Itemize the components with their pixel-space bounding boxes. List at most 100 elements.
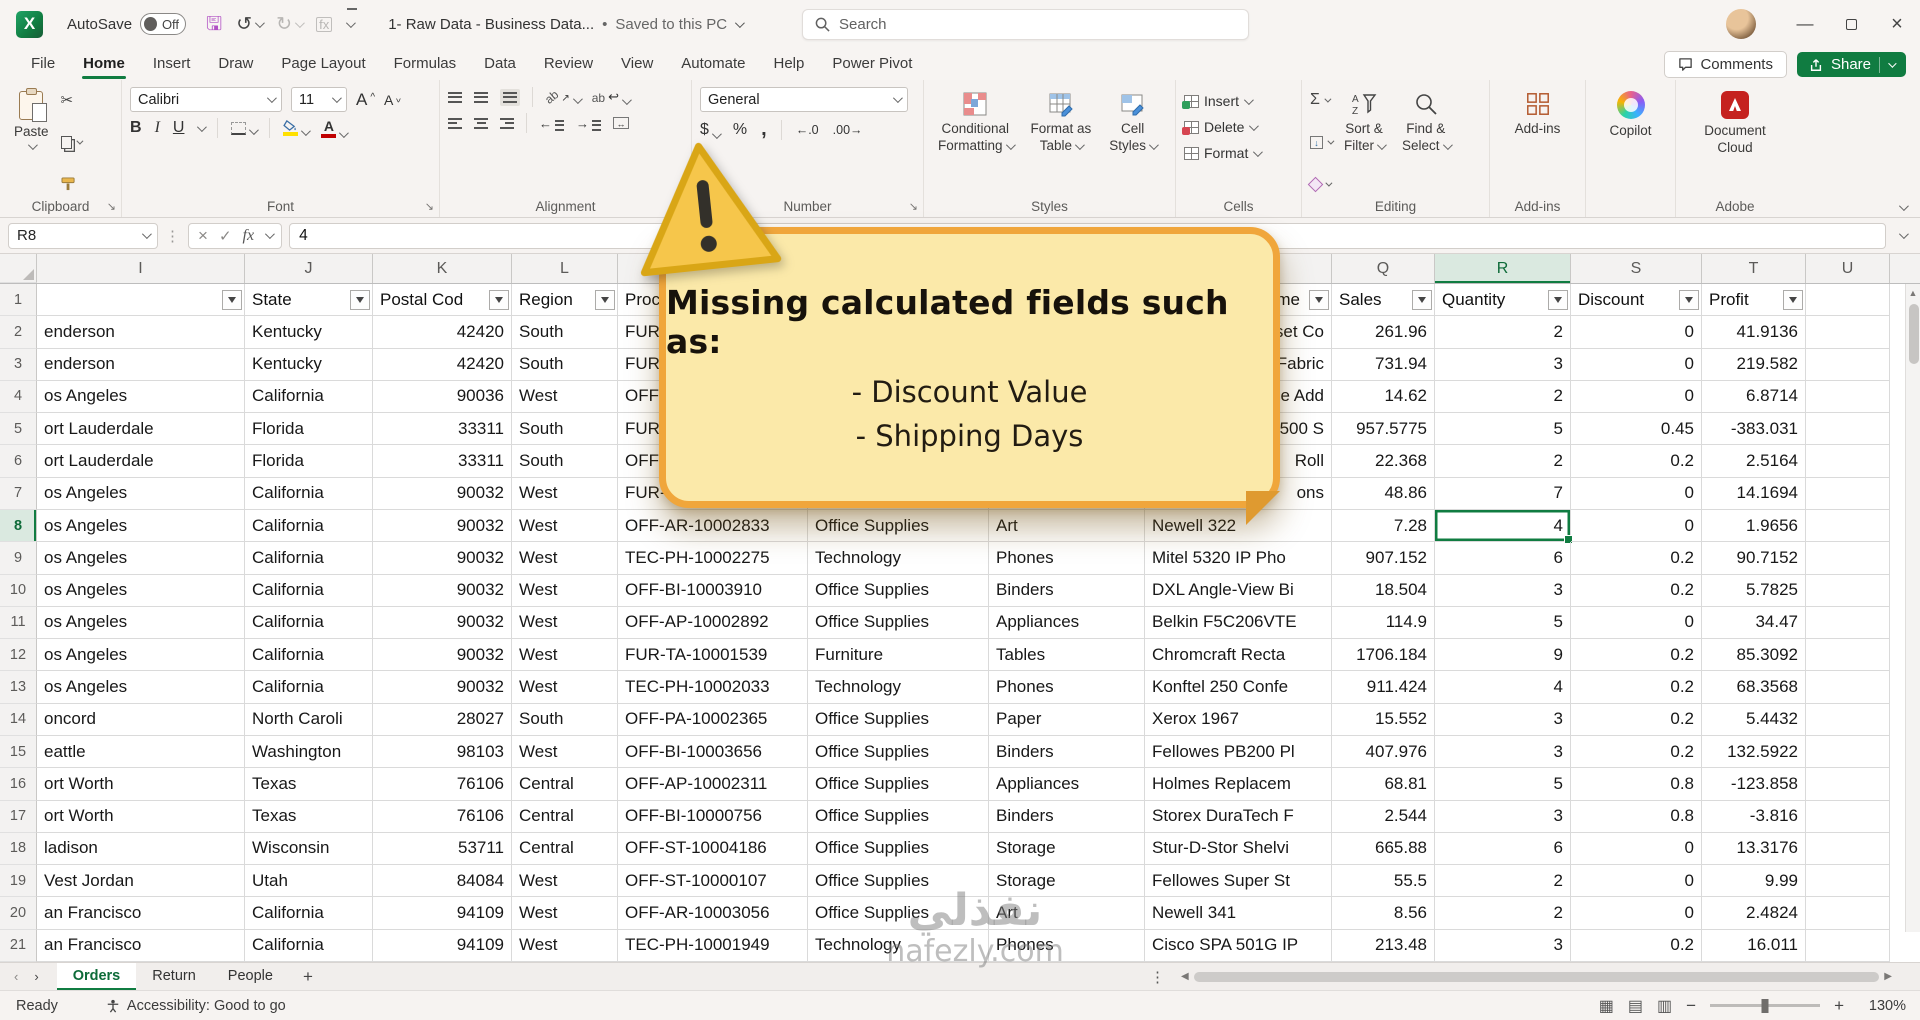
cell-S7[interactable]: 0 bbox=[1571, 477, 1702, 510]
cell-S18[interactable]: 0 bbox=[1571, 832, 1702, 866]
cell-T3[interactable]: 219.582 bbox=[1702, 348, 1806, 381]
borders-button[interactable] bbox=[231, 121, 260, 135]
cell-O13[interactable]: Phones bbox=[989, 671, 1145, 704]
cell-L7[interactable]: West bbox=[512, 477, 618, 510]
cell-L2[interactable]: South bbox=[512, 316, 618, 349]
cell-Q12[interactable]: 1706.184 bbox=[1332, 639, 1435, 672]
cell-Q6[interactable]: 22.368 bbox=[1332, 445, 1435, 478]
cell-T16[interactable]: -123.858 bbox=[1702, 768, 1806, 801]
clipboard-dialog-launcher-icon[interactable]: ↘ bbox=[107, 200, 116, 213]
cell-J16[interactable]: Texas bbox=[245, 768, 373, 801]
cell-I21[interactable]: an Francisco bbox=[37, 929, 245, 962]
cell-L21[interactable]: West bbox=[512, 929, 618, 962]
cell-P15[interactable]: Fellowes PB200 Pl bbox=[1145, 735, 1332, 769]
cell-L16[interactable]: Central bbox=[512, 768, 618, 801]
cell-T15[interactable]: 132.5922 bbox=[1702, 735, 1806, 769]
sheet-tab-return[interactable]: Return bbox=[136, 963, 212, 990]
cut-button[interactable]: ✂ bbox=[61, 89, 81, 111]
cell-O17[interactable]: Binders bbox=[989, 800, 1145, 833]
cell-P19[interactable]: Fellowes Super St bbox=[1145, 865, 1332, 898]
cell-S19[interactable]: 0 bbox=[1571, 865, 1702, 898]
align-bottom-button[interactable] bbox=[500, 88, 520, 106]
cell-S10[interactable]: 0.2 bbox=[1571, 574, 1702, 607]
sheet-nav-right-icon[interactable]: › bbox=[34, 969, 38, 984]
cell-N12[interactable]: Furniture bbox=[808, 639, 989, 672]
vertical-scroll-thumb[interactable] bbox=[1908, 304, 1919, 364]
cell-T18[interactable]: 13.3176 bbox=[1702, 832, 1806, 866]
filter-button-L[interactable] bbox=[595, 289, 615, 310]
cell-R20[interactable]: 2 bbox=[1435, 897, 1571, 930]
filter-button-I[interactable] bbox=[222, 289, 242, 310]
cell-K10[interactable]: 90032 bbox=[373, 574, 512, 607]
filter-button-P[interactable] bbox=[1309, 289, 1329, 310]
cell-N18[interactable]: Office Supplies bbox=[808, 832, 989, 866]
align-top-button[interactable] bbox=[448, 91, 462, 103]
cell-J14[interactable]: North Caroli bbox=[245, 703, 373, 736]
row-header-20[interactable]: 20 bbox=[0, 897, 37, 930]
undo-chevron-icon[interactable] bbox=[255, 17, 266, 28]
cell-M18[interactable]: OFF-ST-10004186 bbox=[618, 832, 808, 866]
confirm-entry-icon[interactable]: ✓ bbox=[219, 227, 232, 245]
row-header-14[interactable]: 14 bbox=[0, 703, 37, 736]
cell-I17[interactable]: ort Worth bbox=[37, 800, 245, 833]
cell-P8[interactable]: Newell 322 bbox=[1145, 509, 1332, 543]
cell-U7[interactable] bbox=[1806, 477, 1890, 510]
cell-U20[interactable] bbox=[1806, 897, 1890, 930]
ribbon-tab-draw[interactable]: Draw bbox=[205, 50, 266, 79]
cell-K4[interactable]: 90036 bbox=[373, 380, 512, 414]
cell-N15[interactable]: Office Supplies bbox=[808, 735, 989, 769]
column-header-K[interactable]: K bbox=[373, 254, 512, 283]
cell-I6[interactable]: ort Lauderdale bbox=[37, 445, 245, 478]
cell-Q8[interactable]: 7.28 bbox=[1332, 509, 1435, 543]
cell-R9[interactable]: 6 bbox=[1435, 542, 1571, 575]
cell-S12[interactable]: 0.2 bbox=[1571, 639, 1702, 672]
font-size-select[interactable]: 11 bbox=[291, 87, 347, 112]
cell-U3[interactable] bbox=[1806, 348, 1890, 381]
format-cells-button[interactable]: Format bbox=[1184, 141, 1293, 165]
row-header-10[interactable]: 10 bbox=[0, 574, 37, 607]
cell-N19[interactable]: Office Supplies bbox=[808, 865, 989, 898]
cell-T11[interactable]: 34.47 bbox=[1702, 606, 1806, 640]
page-break-view-icon[interactable]: ▥ bbox=[1657, 996, 1672, 1016]
cell-N21[interactable]: Technology bbox=[808, 929, 989, 962]
addins-button[interactable]: Add-ins bbox=[1509, 87, 1567, 197]
cell-K8[interactable]: 90032 bbox=[373, 509, 512, 543]
conditional-formatting-button[interactable]: Conditional Formatting bbox=[932, 87, 1019, 197]
align-left-button[interactable] bbox=[448, 117, 462, 129]
cell-P12[interactable]: Chromcraft Recta bbox=[1145, 639, 1332, 672]
cell-K6[interactable]: 33311 bbox=[373, 445, 512, 478]
cell-J18[interactable]: Wisconsin bbox=[245, 832, 373, 866]
row-header-5[interactable]: 5 bbox=[0, 413, 37, 446]
cell-M9[interactable]: TEC-PH-10002275 bbox=[618, 542, 808, 575]
cell-Q15[interactable]: 407.976 bbox=[1332, 735, 1435, 769]
column-header-T[interactable]: T bbox=[1702, 254, 1806, 283]
cell-Q13[interactable]: 911.424 bbox=[1332, 671, 1435, 704]
increase-indent-button[interactable]: → bbox=[576, 116, 601, 131]
close-button[interactable]: × bbox=[1874, 0, 1920, 48]
cell-J6[interactable]: Florida bbox=[245, 445, 373, 478]
share-chevron-icon[interactable] bbox=[1888, 58, 1897, 68]
column-header-R[interactable]: R bbox=[1435, 254, 1571, 283]
clear-button[interactable] bbox=[1307, 173, 1333, 195]
cell-N17[interactable]: Office Supplies bbox=[808, 800, 989, 833]
cell-T21[interactable]: 16.011 bbox=[1702, 929, 1806, 962]
cell-R6[interactable]: 2 bbox=[1435, 445, 1571, 478]
cell-Q21[interactable]: 213.48 bbox=[1332, 929, 1435, 962]
cell-Q20[interactable]: 8.56 bbox=[1332, 897, 1435, 930]
save-icon[interactable]: 🖫 bbox=[206, 15, 222, 34]
user-avatar[interactable] bbox=[1726, 9, 1756, 39]
cell-M19[interactable]: OFF-ST-10000107 bbox=[618, 865, 808, 898]
cell-U8[interactable] bbox=[1806, 509, 1890, 543]
ribbon-tab-automate[interactable]: Automate bbox=[668, 50, 758, 79]
find-select-button[interactable]: Find & Select bbox=[1396, 87, 1456, 197]
ribbon-tab-review[interactable]: Review bbox=[531, 50, 606, 79]
cell-J21[interactable]: California bbox=[245, 929, 373, 962]
search-input[interactable]: Search bbox=[802, 9, 1249, 40]
cell-P17[interactable]: Storex DuraTech F bbox=[1145, 800, 1332, 833]
orientation-button[interactable]: ab ↗ bbox=[542, 87, 583, 107]
cell-I5[interactable]: ort Lauderdale bbox=[37, 413, 245, 446]
cell-I8[interactable]: os Angeles bbox=[37, 509, 245, 543]
ribbon-tab-home[interactable]: Home bbox=[70, 50, 138, 79]
filter-button-J[interactable] bbox=[350, 289, 370, 310]
cell-O9[interactable]: Phones bbox=[989, 542, 1145, 575]
